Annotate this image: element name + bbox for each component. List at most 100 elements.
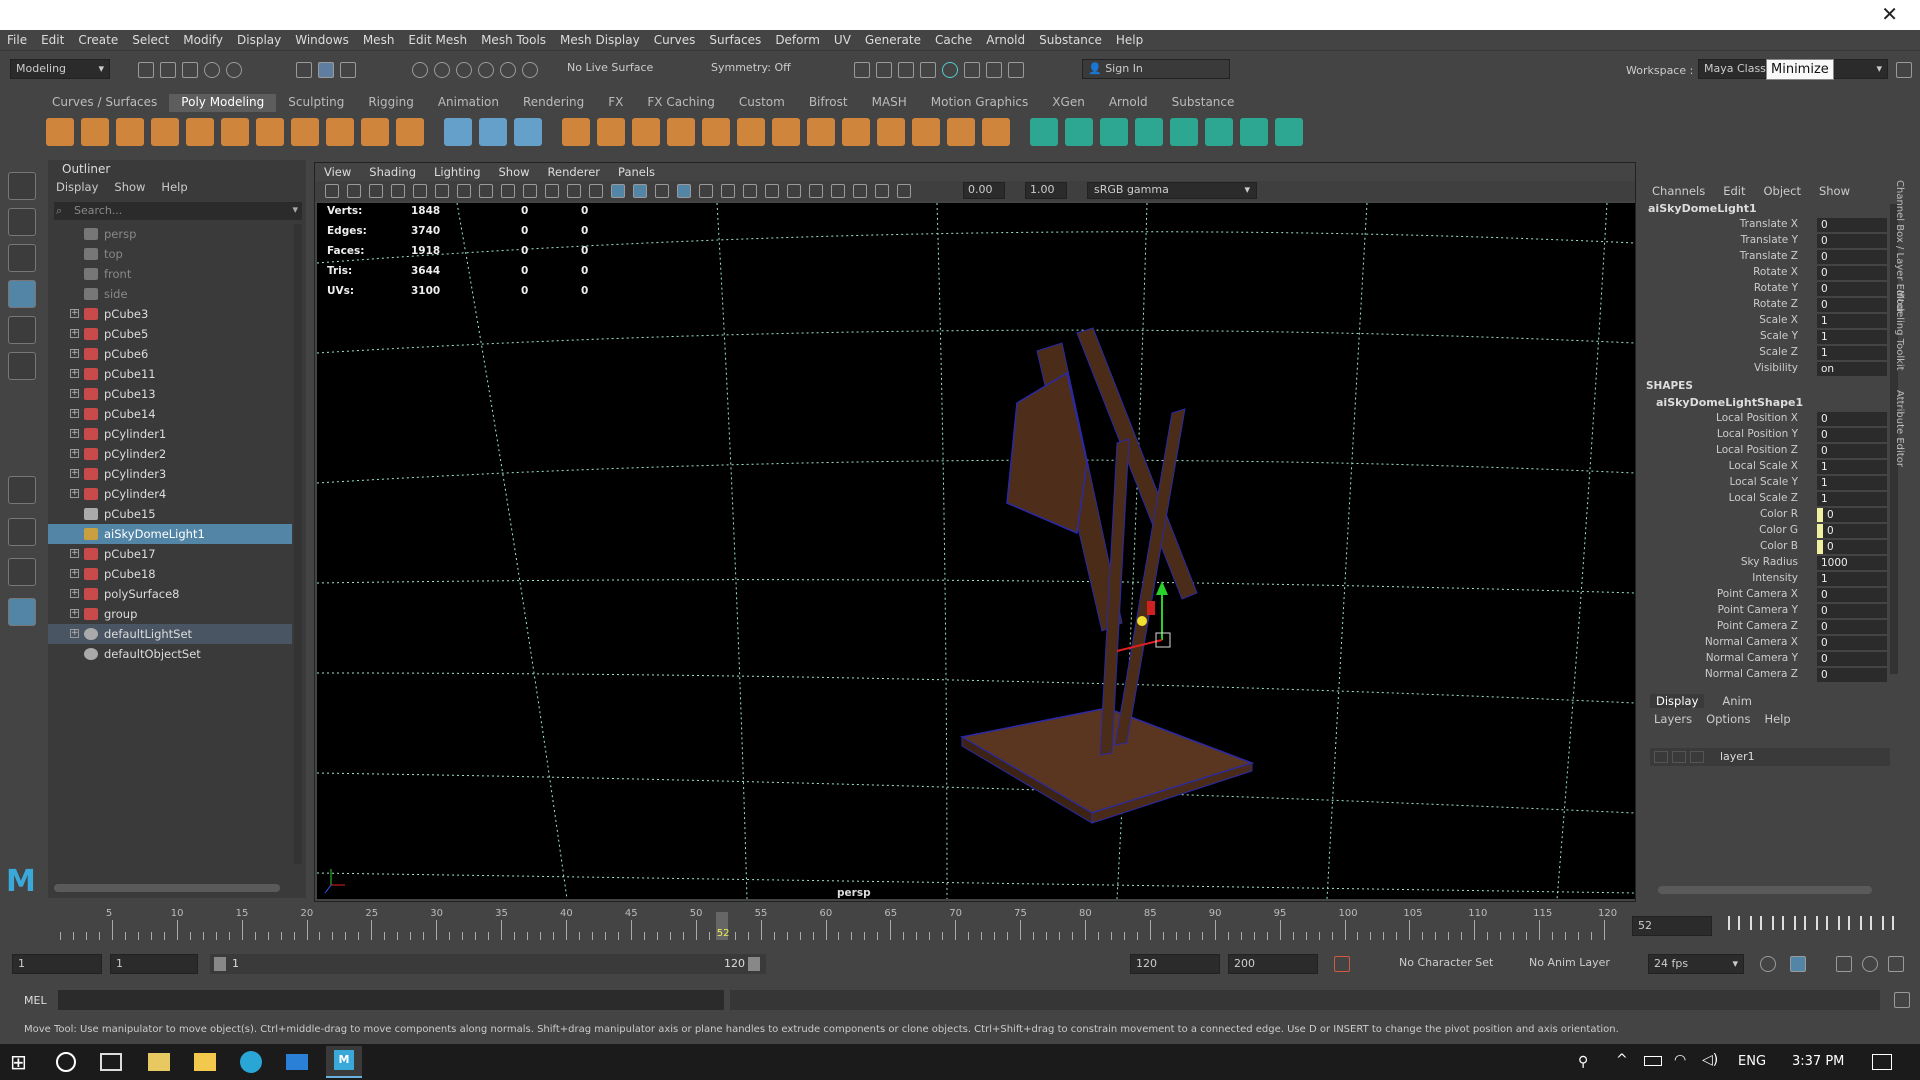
menu-surfaces[interactable]: Surfaces [702, 33, 768, 47]
channel-row[interactable]: Local Position Y 0 [1642, 428, 1892, 444]
range-handle-end[interactable] [748, 957, 760, 971]
sound-icon[interactable] [1836, 956, 1852, 972]
type-icon[interactable] [361, 118, 389, 146]
animation-prefs-icon[interactable] [1888, 956, 1904, 972]
current-frame-field[interactable]: 52 [1632, 916, 1712, 936]
move-tool-icon[interactable] [8, 280, 36, 308]
sew-uv-icon[interactable] [1240, 118, 1268, 146]
outliner-item[interactable]: + defaultLightSet [48, 624, 292, 644]
viewport-tool-icon[interactable] [787, 184, 801, 198]
expand-icon[interactable]: + [70, 629, 79, 638]
offset-edge-loop-icon[interactable] [982, 118, 1010, 146]
select-tool-icon[interactable] [8, 172, 36, 200]
insert-edge-loop-icon[interactable] [947, 118, 975, 146]
viewport-tool-icon[interactable] [677, 184, 691, 198]
channel-row[interactable]: Point Camera X 0 [1642, 588, 1892, 604]
menu-create[interactable]: Create [71, 33, 125, 47]
outliner-item[interactable]: + pCube3 [48, 304, 292, 324]
boolean-icon[interactable] [597, 118, 625, 146]
store-icon[interactable] [148, 1053, 170, 1071]
outliner-item[interactable]: + pCube5 [48, 324, 292, 344]
range-handle-start[interactable] [214, 957, 226, 971]
expand-icon[interactable]: + [70, 549, 79, 558]
battery-icon[interactable] [1644, 1056, 1662, 1066]
viewport-tool-icon[interactable] [413, 184, 427, 198]
open-scene-icon[interactable] [160, 62, 176, 78]
camera-map-icon[interactable] [1170, 118, 1198, 146]
search-icon[interactable] [56, 1052, 76, 1072]
colorspace-dropdown[interactable]: sRGB gamma ▾ [1087, 182, 1257, 199]
extrude-icon[interactable] [702, 118, 730, 146]
ipr-render-icon[interactable] [898, 62, 914, 78]
outliner-item[interactable]: + pCylinder1 [48, 424, 292, 444]
disc-icon[interactable] [256, 118, 284, 146]
outliner-scrollbar[interactable] [294, 224, 302, 864]
outliner-item[interactable]: side [48, 284, 292, 304]
channel-value[interactable]: 0 [1817, 266, 1887, 280]
expand-icon[interactable]: + [70, 489, 79, 498]
channel-row[interactable]: Normal Camera Z 0 [1642, 668, 1892, 684]
torus-icon[interactable] [186, 118, 214, 146]
channel-row[interactable]: Normal Camera X 0 [1642, 636, 1892, 652]
channel-row[interactable]: Local Scale X 1 [1642, 460, 1892, 476]
shelf-tab-mash[interactable]: MASH [860, 94, 919, 112]
expand-icon[interactable]: + [70, 469, 79, 478]
viewport-tool-icon[interactable] [501, 184, 515, 198]
channel-row[interactable]: Color G 0 [1642, 524, 1892, 540]
shelf-tab-substance[interactable]: Substance [1160, 94, 1247, 112]
channel-value[interactable]: 1 [1817, 314, 1887, 328]
render-settings-icon[interactable] [920, 62, 936, 78]
channel-row[interactable]: Color B 0 [1642, 540, 1892, 556]
channel-row[interactable]: Intensity 1 [1642, 572, 1892, 588]
layer-playback-icon[interactable] [1672, 751, 1686, 763]
channel-row[interactable]: Visibility on [1642, 362, 1892, 378]
outliner-item[interactable]: + pCube11 [48, 364, 292, 384]
shelf-tab-poly-modeling[interactable]: Poly Modeling [169, 94, 277, 112]
viewport-tool-icon[interactable] [589, 184, 603, 198]
notifications-icon[interactable] [1872, 1054, 1892, 1070]
channel-value[interactable]: 0 [1817, 668, 1887, 682]
single-view-icon[interactable] [8, 476, 36, 504]
arnold-render-icon[interactable] [986, 62, 1002, 78]
shelf-tab-arnold[interactable]: Arnold [1097, 94, 1160, 112]
channel-row[interactable]: Scale Z 1 [1642, 346, 1892, 362]
viewport-tool-icon[interactable] [809, 184, 823, 198]
connect-icon[interactable] [912, 118, 940, 146]
channel-value[interactable]: on [1817, 362, 1887, 376]
shelf-tab-custom[interactable]: Custom [727, 94, 797, 112]
expand-icon[interactable]: + [70, 569, 79, 578]
chevron-up-icon[interactable]: ^ [1616, 1052, 1628, 1068]
menu-display[interactable]: Display [230, 33, 288, 47]
select-object-icon[interactable] [318, 62, 334, 78]
shelf-tab-fx-caching[interactable]: FX Caching [635, 94, 726, 112]
channelbox-menu-channels[interactable]: Channels [1652, 184, 1705, 198]
outliner-item[interactable]: + polySurface8 [48, 584, 292, 604]
symmetry-field[interactable]: Symmetry: Off [706, 59, 806, 79]
menu-curves[interactable]: Curves [647, 33, 703, 47]
step-forward-frame-icon[interactable] [1838, 916, 1850, 930]
layer-type-icon[interactable] [1690, 751, 1704, 763]
channel-value[interactable]: 1 [1817, 572, 1887, 586]
live-surface-field[interactable]: No Live Surface [562, 59, 672, 79]
sign-in-button[interactable]: 👤 Sign In [1082, 59, 1230, 79]
outliner-search[interactable]: ⌕ Search... ▾ [54, 202, 302, 220]
channel-value[interactable]: 0 [1817, 444, 1887, 458]
viewport-menu-shading[interactable]: Shading [360, 165, 425, 179]
task-view-icon[interactable] [100, 1053, 122, 1071]
outliner-menu-show[interactable]: Show [114, 180, 145, 194]
edge-icon[interactable] [240, 1051, 262, 1073]
viewport-menu-lighting[interactable]: Lighting [425, 165, 489, 179]
channel-value[interactable]: 0 [1817, 250, 1887, 264]
save-scene-icon[interactable] [182, 62, 198, 78]
viewport-tool-icon[interactable] [523, 184, 537, 198]
channel-row[interactable]: Point Camera Y 0 [1642, 604, 1892, 620]
channel-row[interactable]: Local Scale Y 1 [1642, 476, 1892, 492]
channel-value[interactable]: 0 [1817, 620, 1887, 634]
expand-icon[interactable]: + [70, 409, 79, 418]
channel-row[interactable]: Rotate Z 0 [1642, 298, 1892, 314]
channel-row[interactable]: Normal Camera Y 0 [1642, 652, 1892, 668]
shelf-tab-rigging[interactable]: Rigging [356, 94, 425, 112]
command-language-label[interactable]: MEL [24, 994, 47, 1007]
volume-icon[interactable]: ◁) [1702, 1052, 1718, 1068]
channel-row[interactable]: Local Scale Z 1 [1642, 492, 1892, 508]
